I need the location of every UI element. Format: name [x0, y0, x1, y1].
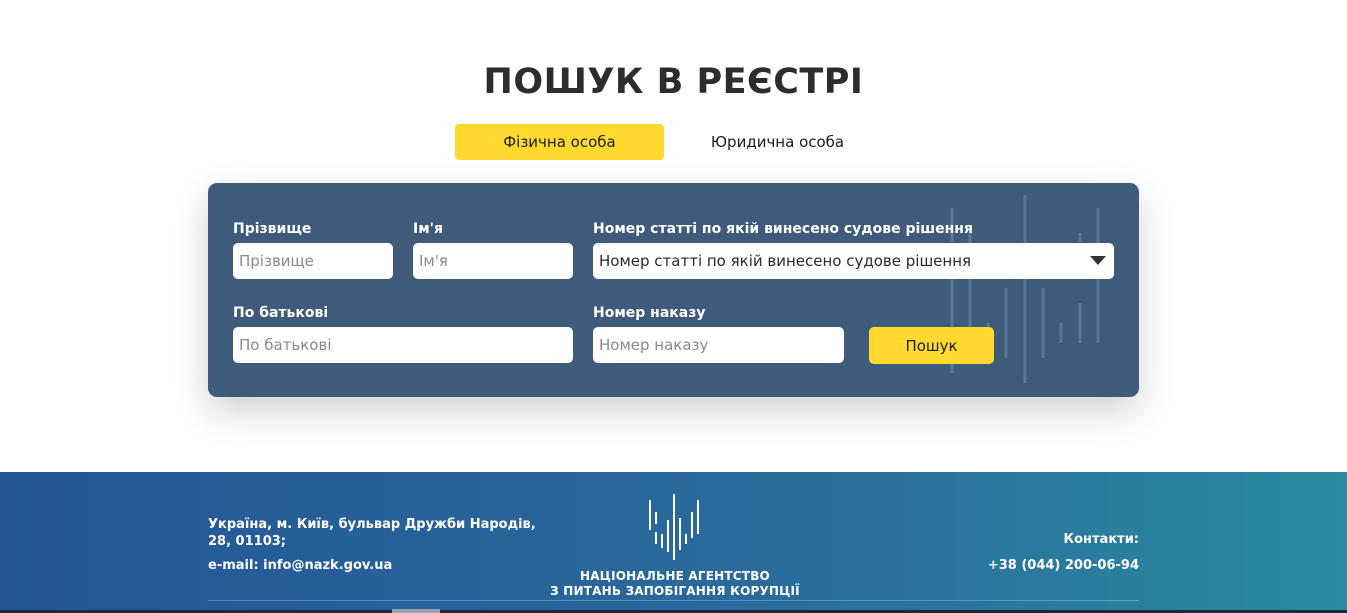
patronymic-input[interactable]: [233, 327, 573, 363]
footer-email[interactable]: e-mail: info@nazk.gov.ua: [208, 558, 392, 573]
org-line-2: З ПИТАНЬ ЗАПОБІГАННЯ КОРУПЦІЇ: [550, 584, 800, 598]
chevron-down-icon: [1090, 256, 1106, 265]
surname-input[interactable]: [233, 243, 393, 279]
article-select-value: Номер статті по якій винесено судове ріш…: [599, 252, 972, 270]
tab-legal-entity[interactable]: Юридична особа: [673, 124, 882, 160]
name-input[interactable]: [413, 243, 573, 279]
footer-divider: [208, 600, 1139, 601]
name-label: Ім'я: [413, 221, 443, 237]
nazk-logo-icon: [649, 494, 699, 560]
footer-phone[interactable]: +38 (044) 200-06-94: [988, 558, 1139, 573]
decorative-lines-icon: [950, 195, 1100, 383]
article-label: Номер статті по якій винесено судове ріш…: [593, 221, 973, 237]
footer-organization: НАЦІОНАЛЬНЕ АГЕНТСТВО З ПИТАНЬ ЗАПОБІГАН…: [530, 569, 820, 599]
footer-address: Україна, м. Київ, бульвар Дружби Народів…: [208, 517, 536, 549]
contacts-label: Контакти:: [1063, 532, 1139, 547]
page-title: ПОШУК В РЕЄСТРІ: [483, 62, 864, 102]
patronymic-label: По батькові: [233, 305, 329, 321]
scrollbar-thumb[interactable]: [392, 609, 440, 613]
org-line-1: НАЦІОНАЛЬНЕ АГЕНТСТВО: [580, 569, 770, 583]
footer: Україна, м. Київ, бульвар Дружби Народів…: [0, 472, 1347, 613]
order-number-input[interactable]: [593, 327, 844, 363]
article-select[interactable]: Номер статті по якій винесено судове ріш…: [593, 243, 1114, 279]
tab-individual[interactable]: Фізична особа: [455, 124, 664, 160]
order-number-label: Номер наказу: [593, 305, 706, 321]
search-button[interactable]: Пошук: [869, 327, 994, 364]
search-form: Прізвище Ім'я Номер статті по якій винес…: [208, 183, 1139, 397]
surname-label: Прізвище: [233, 221, 312, 237]
